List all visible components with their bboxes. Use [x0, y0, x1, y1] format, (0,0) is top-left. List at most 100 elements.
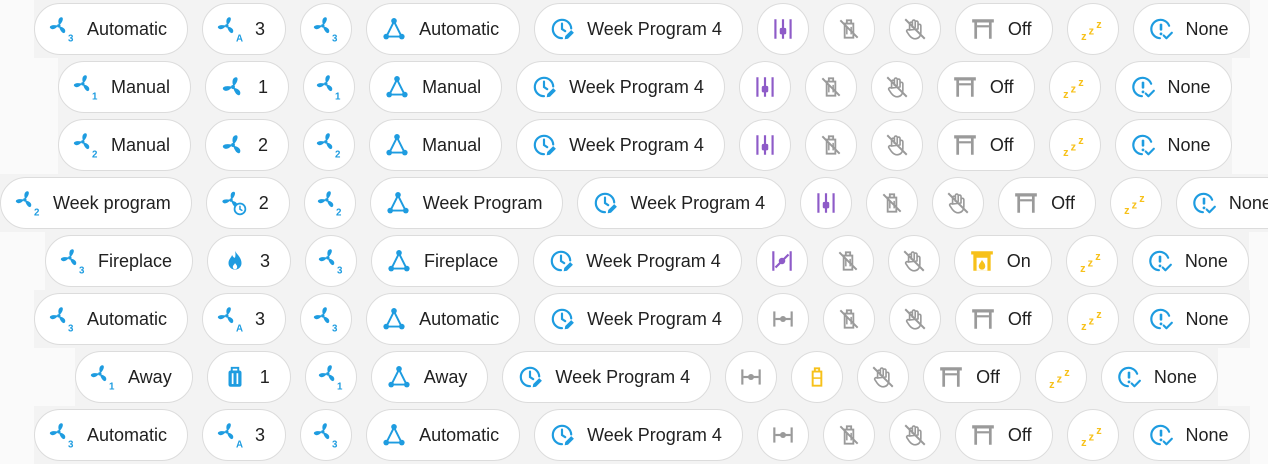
tune-diagonal-icon	[769, 248, 795, 274]
fan-speed-2-badge[interactable]: 2 Week program	[0, 177, 192, 229]
clock-edit-badge[interactable]: Week Program 4	[516, 61, 725, 113]
fan-speed-3-icon: 3	[49, 422, 75, 448]
hand-off-badge[interactable]	[888, 409, 941, 461]
fan-speed-3-badge[interactable]: 3	[300, 293, 353, 345]
sleep-zzz-icon: zzz	[1080, 306, 1106, 332]
fireplace-off-badge[interactable]: Off	[954, 409, 1053, 461]
clock-edit-badge[interactable]: Week Program 4	[534, 3, 743, 55]
hand-off-badge[interactable]	[888, 293, 941, 345]
sleep-zzz-badge[interactable]: zzz	[1109, 177, 1162, 229]
fan-speed-3-icon: 3	[313, 306, 339, 332]
triangle-nodes-badge[interactable]: Automatic	[366, 293, 521, 345]
fan-speed-1-badge[interactable]: 1 Away	[75, 351, 193, 403]
triangle-nodes-badge[interactable]: Automatic	[366, 409, 521, 461]
fan-speed-1-badge[interactable]: 1 Manual	[58, 61, 192, 113]
clock-edit-badge[interactable]: Week Program 4	[534, 409, 743, 461]
fireplace-off-badge[interactable]: Off	[923, 351, 1021, 403]
bag-off-badge[interactable]	[821, 235, 874, 287]
triangle-nodes-badge[interactable]: Fireplace	[371, 235, 520, 287]
hand-off-badge[interactable]	[857, 351, 910, 403]
fan-speed-2-badge[interactable]: 2 Manual	[58, 119, 192, 171]
clock-edit-badge[interactable]: Week Program 4	[533, 235, 742, 287]
svg-text:z: z	[1088, 431, 1094, 443]
fan-auto-badge[interactable]: A3	[202, 3, 287, 55]
clock-edit-badge[interactable]: Week Program 4	[534, 293, 743, 345]
hand-off-badge[interactable]	[870, 119, 923, 171]
clock-edit-badge[interactable]: Week Program 4	[502, 351, 712, 403]
fan-speed-3-badge[interactable]: 3	[305, 235, 358, 287]
alert-check-badge[interactable]: None	[1132, 3, 1250, 55]
fan-clock-badge[interactable]: 2	[205, 177, 290, 229]
fan-speed-1-icon: 1	[90, 364, 116, 390]
suitcase-badge[interactable]: 1	[206, 351, 291, 403]
hand-off-badge[interactable]	[870, 61, 923, 113]
sleep-zzz-badge[interactable]: zzz	[1048, 61, 1101, 113]
tune-vertical-badge[interactable]	[756, 3, 809, 55]
fan-auto-badge[interactable]: A3	[202, 293, 287, 345]
tune-horizontal-badge[interactable]	[756, 409, 809, 461]
alert-check-badge[interactable]: None	[1131, 235, 1249, 287]
triangle-nodes-badge[interactable]: Away	[370, 351, 489, 403]
fan-speed-3-badge[interactable]: 3	[300, 409, 353, 461]
bag-off-badge[interactable]	[822, 3, 875, 55]
fan-speed-2-badge[interactable]: 2	[303, 119, 356, 171]
sleep-zzz-badge[interactable]: zzz	[1066, 293, 1119, 345]
triangle-nodes-badge[interactable]: Manual	[369, 61, 503, 113]
hand-off-badge[interactable]	[932, 177, 985, 229]
triangle-nodes-badge[interactable]: Week Program	[369, 177, 564, 229]
triangle-nodes-badge[interactable]: Automatic	[366, 3, 521, 55]
fan-badge[interactable]: 2	[205, 119, 290, 171]
tune-vertical-badge[interactable]	[738, 61, 791, 113]
sleep-zzz-badge[interactable]: zzz	[1034, 351, 1087, 403]
alert-check-badge[interactable]: None	[1132, 293, 1250, 345]
fireplace-on-badge[interactable]: On	[953, 235, 1052, 287]
sleep-zzz-badge[interactable]: zzz	[1065, 235, 1118, 287]
sleep-zzz-badge[interactable]: zzz	[1066, 3, 1119, 55]
fireplace-off-badge[interactable]: Off	[936, 119, 1035, 171]
bag-off-badge[interactable]	[822, 409, 875, 461]
alert-check-badge[interactable]: None	[1100, 351, 1218, 403]
fan-speed-3-badge[interactable]: 3 Automatic	[34, 3, 189, 55]
fan-auto-badge[interactable]: A3	[202, 409, 287, 461]
bag-off-badge[interactable]	[804, 119, 857, 171]
fan-speed-3-badge[interactable]: 3 Automatic	[34, 293, 189, 345]
tune-horizontal-badge[interactable]	[756, 293, 809, 345]
clock-edit-badge[interactable]: Week Program 4	[516, 119, 725, 171]
bag-off-badge[interactable]	[866, 177, 919, 229]
bag-off-icon	[836, 306, 862, 332]
tune-vertical-badge[interactable]	[800, 177, 853, 229]
fan-speed-3-badge[interactable]: 3	[300, 3, 353, 55]
fireplace-off-badge[interactable]: Off	[954, 293, 1053, 345]
fan-speed-3-badge[interactable]: 3 Automatic	[34, 409, 189, 461]
fire-badge[interactable]: 3	[207, 235, 292, 287]
fan-speed-2-icon: 2	[73, 132, 99, 158]
bag-off-badge[interactable]	[804, 61, 857, 113]
fireplace-off-badge[interactable]: Off	[998, 177, 1096, 229]
alert-check-badge[interactable]: None	[1175, 177, 1268, 229]
hand-off-badge[interactable]	[888, 3, 941, 55]
fan-speed-1-badge[interactable]: 1	[303, 61, 356, 113]
sleep-zzz-badge[interactable]: zzz	[1048, 119, 1101, 171]
tune-horizontal-badge[interactable]	[725, 351, 778, 403]
fireplace-off-badge[interactable]: Off	[936, 61, 1035, 113]
alert-check-badge[interactable]: None	[1132, 409, 1250, 461]
tune-vertical-badge[interactable]	[738, 119, 791, 171]
alert-check-badge[interactable]: None	[1114, 61, 1232, 113]
fan-speed-3-badge[interactable]: 3 Fireplace	[45, 235, 194, 287]
clock-edit-icon	[549, 422, 575, 448]
fireplace-off-icon	[952, 132, 978, 158]
fireplace-off-badge[interactable]: Off	[954, 3, 1053, 55]
bag-icon	[804, 364, 830, 390]
bag-off-badge[interactable]	[822, 293, 875, 345]
clock-edit-badge[interactable]: Week Program 4	[577, 177, 787, 229]
fan-speed-2-badge[interactable]: 2	[303, 177, 356, 229]
tune-diagonal-badge[interactable]	[755, 235, 808, 287]
fan-badge[interactable]: 1	[205, 61, 290, 113]
bag-off-icon	[836, 16, 862, 42]
triangle-nodes-badge[interactable]: Manual	[369, 119, 503, 171]
hand-off-badge[interactable]	[887, 235, 940, 287]
fan-speed-1-badge[interactable]: 1	[304, 351, 357, 403]
alert-check-badge[interactable]: None	[1114, 119, 1232, 171]
bag-badge[interactable]	[791, 351, 844, 403]
sleep-zzz-badge[interactable]: zzz	[1066, 409, 1119, 461]
